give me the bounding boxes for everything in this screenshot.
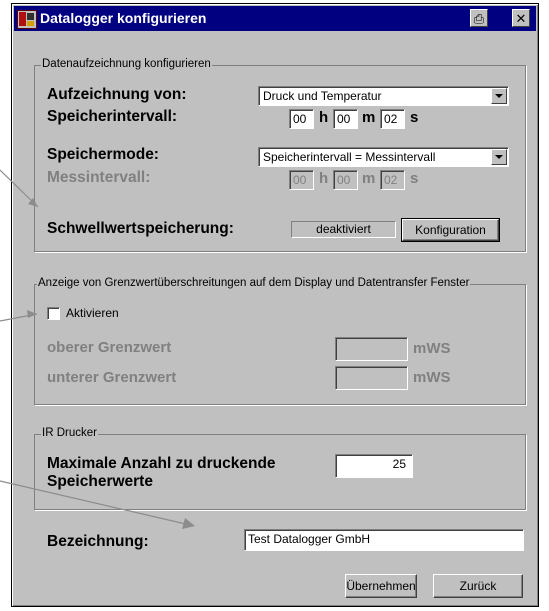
annotation-arrows xyxy=(0,169,195,529)
arrow-head-designation xyxy=(182,518,195,529)
arrow-head-activate xyxy=(27,310,37,318)
arrow-line-designation xyxy=(0,480,191,526)
